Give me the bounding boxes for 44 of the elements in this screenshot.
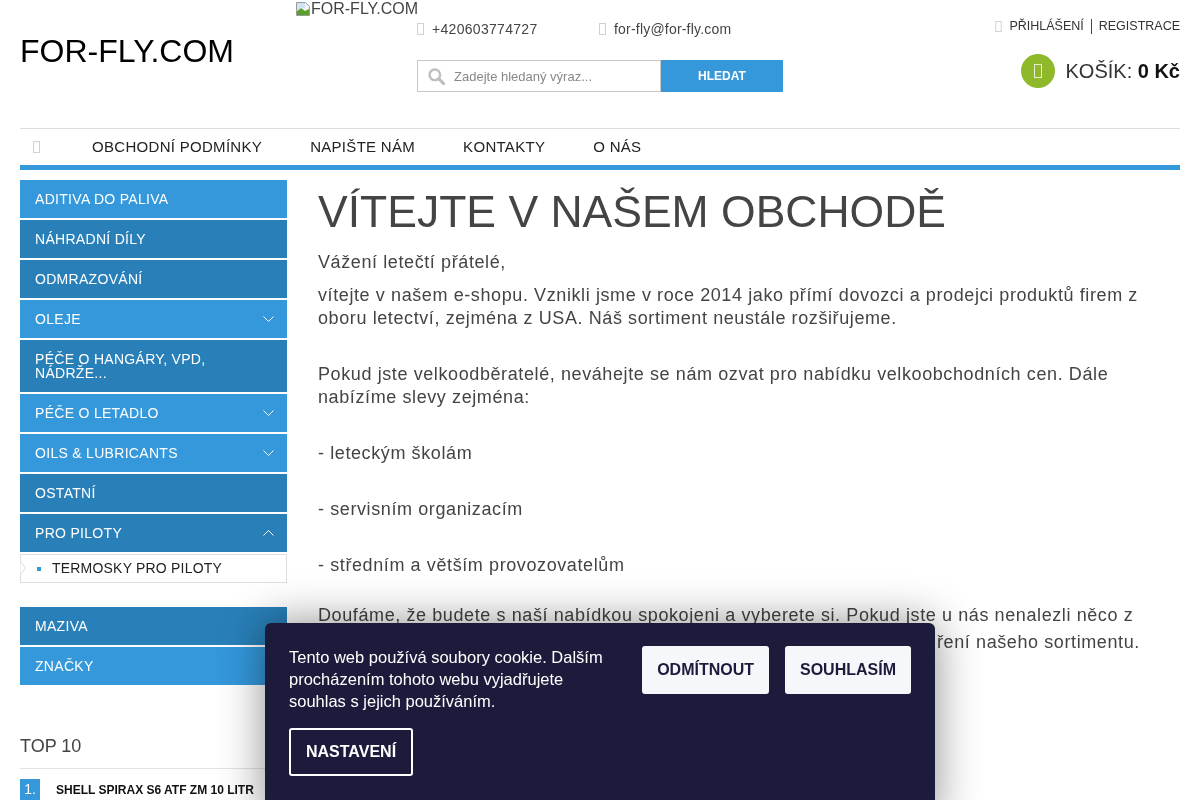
- paragraph: Vážení letečtí přátelé,: [318, 251, 507, 274]
- search-input[interactable]: Zadejte hledaný výraz...: [454, 61, 660, 91]
- accept-button[interactable]: SOUHLASÍM: [785, 646, 911, 694]
- section-heading: TOP 10: [20, 735, 82, 757]
- subcategory-link[interactable]: TERMOSKY PRO PILOTY: [52, 558, 223, 579]
- missing-glyph-icon: [995, 21, 1003, 32]
- category-item[interactable]: PÉČE O HANGÁRY, VPD, NÁDRŽE...: [20, 340, 287, 392]
- paragraph: - servisním organizacím: [318, 498, 524, 521]
- nav-link[interactable]: O NÁS: [569, 135, 666, 159]
- broken-image-icon: [295, 1, 311, 17]
- missing-glyph-icon: [599, 23, 606, 35]
- cart-link[interactable]: KOŠÍK: 0 Kč: [1065, 56, 1180, 86]
- email-link[interactable]: for-fly@for-fly.com: [614, 18, 732, 40]
- settings-button[interactable]: NASTAVENÍ: [289, 728, 414, 776]
- nav-link[interactable]: OBCHODNÍ PODMÍNKY: [68, 135, 287, 159]
- nav-link[interactable]: KONTAKTY: [439, 135, 570, 159]
- cookie-notice-text: Tento web používá soubory cookie. Dalším procházením tohoto webu vyjadřujete souhlas s jejich používáním.: [289, 647, 604, 712]
- rank-number: 1.: [20, 779, 40, 800]
- missing-glyph-icon: [417, 23, 424, 35]
- category-item[interactable]: NÁHRADNÍ DÍLY: [20, 220, 287, 258]
- paragraph: - středním a větším provozovatelům: [318, 554, 626, 577]
- paragraph: vítejte v našem e-shopu. Vznikli jsme v roce 2014 jako přímí dovozci a prodejci produktů firem z oboru letectví, zejména z USA. Náš sortiment neustále rozšiřujeme.: [318, 284, 1139, 330]
- missing-glyph-icon: [1020, 54, 1055, 88]
- paragraph: Doufáme, že budete s naší nabídkou spokojeni a vyberete si. Pokud jste u nás nenalezli něco z: [318, 606, 1135, 624]
- reject-button[interactable]: ODMÍTNOUT: [642, 646, 769, 694]
- paragraph: Pokud jste velkoodběratelé, neváhejte se nám ozvat pro nabídku velkoobchodních cen. Dále nabízíme slevy zejména:: [318, 363, 1110, 409]
- register-link[interactable]: REGISTRACE: [1098, 17, 1180, 36]
- category-item[interactable]: OSTATNÍ: [20, 474, 287, 512]
- missing-glyph-icon: [33, 141, 40, 153]
- site-logo[interactable]: FOR-FLY.COM: [20, 34, 234, 68]
- login-link[interactable]: PŘIHLÁŠENÍ: [1009, 17, 1084, 36]
- paragraph: - leteckým školám: [318, 442, 474, 465]
- category-item[interactable]: MAZIVA: [20, 607, 287, 645]
- search-field[interactable]: Zadejte hledaný výraz...: [417, 60, 661, 92]
- category-item[interactable]: ODMRAZOVÁNÍ: [20, 260, 287, 298]
- logo-image-alt-text: FOR-FLY.COM: [311, 0, 418, 18]
- paragraph-fragment: ření našeho sortimentu.: [937, 632, 1140, 652]
- product-link[interactable]: SHELL SPIRAX S6 ATF ZM 10 LITR: [56, 780, 254, 799]
- page-heading: VÍTEJTE V NAŠEM OBCHODĚ: [318, 186, 947, 238]
- bullet-icon: [37, 566, 41, 571]
- nav-link[interactable]: NAPIŠTE NÁM: [286, 135, 440, 159]
- phone-number: +420603774727: [432, 19, 538, 39]
- search-icon: [428, 67, 445, 85]
- category-item[interactable]: PRO PILOTY: [20, 514, 287, 552]
